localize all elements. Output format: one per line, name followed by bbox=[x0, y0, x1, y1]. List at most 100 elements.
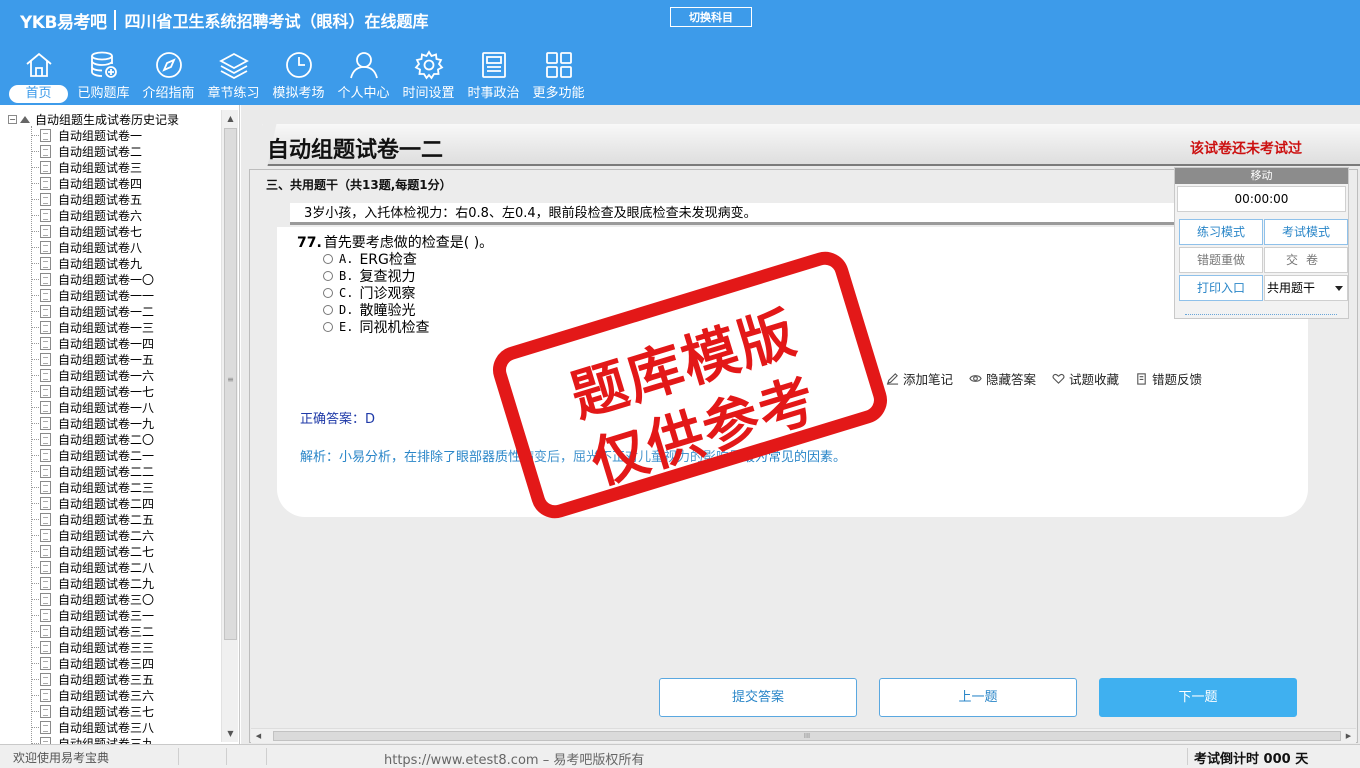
tree-item-paper[interactable]: 自动组题试卷三二 bbox=[30, 623, 154, 639]
option-c[interactable]: C. 门诊观察 bbox=[323, 284, 429, 302]
previous-question-button[interactable]: 上一题 bbox=[879, 678, 1077, 717]
scroll-left-arrow-icon[interactable]: ◀ bbox=[251, 729, 266, 744]
radio-button[interactable] bbox=[323, 287, 333, 298]
collapse-icon[interactable]: − bbox=[8, 114, 17, 124]
radio-button[interactable] bbox=[323, 253, 333, 264]
tree-item-paper[interactable]: 自动组题试卷二二 bbox=[30, 463, 154, 479]
tree-item-paper[interactable]: 自动组题试卷三〇 bbox=[30, 591, 154, 607]
practice-mode-button[interactable]: 练习模式 bbox=[1179, 219, 1263, 245]
radio-button[interactable] bbox=[323, 304, 333, 315]
tree-item-paper[interactable]: 自动组题试卷一三 bbox=[30, 319, 154, 335]
nav-guide[interactable]: 介绍指南 bbox=[136, 46, 201, 104]
tree-item-paper[interactable]: 自动组题试卷七 bbox=[30, 223, 154, 239]
document-icon bbox=[40, 368, 51, 382]
tree-item-paper[interactable]: 自动组题试卷三一 bbox=[30, 607, 154, 623]
tree-item-paper[interactable]: 自动组题试卷一七 bbox=[30, 383, 154, 399]
tree-item-label: 自动组题试卷六 bbox=[58, 208, 143, 223]
next-question-button[interactable]: 下一题 bbox=[1099, 678, 1297, 717]
panel-resize-handle[interactable] bbox=[1185, 314, 1337, 315]
print-entry-button[interactable]: 打印入口 bbox=[1179, 275, 1263, 301]
tree-item-paper[interactable]: 自动组题试卷二一 bbox=[30, 447, 154, 463]
tree-item-paper[interactable]: 自动组题试卷一八 bbox=[30, 399, 154, 415]
tree-item-paper[interactable]: 自动组题试卷一九 bbox=[30, 415, 154, 431]
tree-item-paper[interactable]: 自动组题试卷二〇 bbox=[30, 431, 154, 447]
tree-item-paper[interactable]: 自动组题试卷六 bbox=[30, 207, 154, 223]
nav-home[interactable]: 首页 bbox=[6, 46, 71, 104]
panel-move-handle[interactable]: 移动 bbox=[1175, 168, 1348, 184]
tree-item-paper[interactable]: 自动组题试卷三六 bbox=[30, 687, 154, 703]
switch-subject-button[interactable]: 切换科目 bbox=[670, 7, 752, 27]
sidebar-scrollbar[interactable]: ▲ ≡ ▼ bbox=[221, 110, 238, 742]
document-icon bbox=[40, 144, 51, 158]
option-e[interactable]: E. 同视机检查 bbox=[323, 318, 429, 336]
tree-item-paper[interactable]: 自动组题试卷三三 bbox=[30, 639, 154, 655]
tree-item-paper[interactable]: 自动组题试卷二七 bbox=[30, 543, 154, 559]
report-error-label: 错题反馈 bbox=[1152, 372, 1203, 387]
tree-item-paper[interactable]: 自动组题试卷九 bbox=[30, 255, 154, 271]
nav-label: 首页 bbox=[9, 85, 68, 103]
tree-item-paper[interactable]: 自动组题试卷一五 bbox=[30, 351, 154, 367]
hand-in-button[interactable]: 交卷 bbox=[1264, 247, 1348, 273]
tree-item-paper[interactable]: 自动组题试卷八 bbox=[30, 239, 154, 255]
nav-time-settings[interactable]: 时间设置 bbox=[396, 46, 461, 104]
tree-item-paper[interactable]: 自动组题试卷三 bbox=[30, 159, 154, 175]
scroll-right-arrow-icon[interactable]: ▶ bbox=[1341, 729, 1356, 744]
tree-item-paper[interactable]: 自动组题试卷三四 bbox=[30, 655, 154, 671]
tree-item-paper[interactable]: 自动组题试卷三七 bbox=[30, 703, 154, 719]
add-note-button[interactable]: 添加笔记 bbox=[886, 369, 953, 388]
nav-mock-exam[interactable]: 模拟考场 bbox=[266, 46, 331, 104]
app-logo: YKB易考吧 bbox=[20, 12, 107, 33]
tree-item-paper[interactable]: 自动组题试卷一 bbox=[30, 127, 154, 143]
tree-item-paper[interactable]: 自动组题试卷二四 bbox=[30, 495, 154, 511]
tree-item-paper[interactable]: 自动组题试卷二三 bbox=[30, 479, 154, 495]
nav-chapter-practice[interactable]: 章节练习 bbox=[201, 46, 266, 104]
tree-item-paper[interactable]: 自动组题试卷一二 bbox=[30, 303, 155, 319]
copyright-url: https://www.etest8.com – 易考吧版权所有 bbox=[384, 753, 645, 768]
option-a[interactable]: A. ERG检查 bbox=[323, 250, 429, 268]
tree-item-paper[interactable]: 自动组题试卷一四 bbox=[30, 335, 154, 351]
tree-item-paper[interactable]: 自动组题试卷三九 bbox=[30, 735, 154, 744]
tree-item-paper[interactable]: 自动组题试卷二六 bbox=[30, 527, 154, 543]
tree-item-label: 自动组题试卷一一 bbox=[58, 288, 155, 303]
tree-item-paper[interactable]: 自动组题试卷三八 bbox=[30, 719, 154, 735]
option-b[interactable]: B. 复查视力 bbox=[323, 267, 429, 285]
hide-answer-button[interactable]: 隐藏答案 bbox=[969, 369, 1036, 388]
horizontal-scrollbar[interactable]: ◀ III ▶ bbox=[251, 728, 1356, 743]
scroll-up-arrow-icon[interactable]: ▲ bbox=[222, 110, 239, 127]
tree-item-paper[interactable]: 自动组题试卷三五 bbox=[30, 671, 154, 687]
home-icon bbox=[23, 49, 55, 81]
tree-item-paper[interactable]: 自动组题试卷五 bbox=[30, 191, 154, 207]
exam-mode-button[interactable]: 考试模式 bbox=[1264, 219, 1348, 245]
main-nav: 首页 已购题库 介绍指南 章节练习 模拟考场 个人中心 时间设置 时事政治 更多… bbox=[6, 46, 591, 104]
radio-button[interactable] bbox=[323, 321, 333, 332]
tree-item-paper[interactable]: 自动组题试卷一六 bbox=[30, 367, 154, 383]
tree-item-label: 自动组题试卷一二 bbox=[58, 304, 155, 319]
nav-profile[interactable]: 个人中心 bbox=[331, 46, 396, 104]
tree-item-paper[interactable]: 自动组题试卷一〇 bbox=[30, 271, 154, 287]
option-d[interactable]: D. 散瞳验光 bbox=[323, 301, 429, 319]
document-icon bbox=[40, 320, 51, 334]
redo-wrong-button[interactable]: 错题重做 bbox=[1179, 247, 1263, 273]
scroll-thumb[interactable]: ≡ bbox=[224, 128, 237, 640]
radio-button[interactable] bbox=[323, 270, 333, 281]
tree-item-paper[interactable]: 自动组题试卷二九 bbox=[30, 575, 154, 591]
favorite-button[interactable]: 试题收藏 bbox=[1052, 369, 1119, 388]
tree-item-label: 自动组题试卷八 bbox=[58, 240, 143, 255]
tree-item-paper[interactable]: 自动组题试卷二八 bbox=[30, 559, 154, 575]
tree-root[interactable]: − 自动组题生成试卷历史记录 bbox=[8, 111, 179, 127]
document-icon bbox=[40, 176, 51, 190]
nav-purchased[interactable]: 已购题库 bbox=[71, 46, 136, 104]
tree-guide-line bbox=[31, 126, 32, 744]
nav-more[interactable]: 更多功能 bbox=[526, 46, 591, 104]
tree-item-paper[interactable]: 自动组题试卷四 bbox=[30, 175, 154, 191]
tree-item-paper[interactable]: 自动组题试卷二五 bbox=[30, 511, 154, 527]
tree-item-paper[interactable]: 自动组题试卷二 bbox=[30, 143, 154, 159]
submit-answer-button[interactable]: 提交答案 bbox=[659, 678, 857, 717]
question-type-select[interactable]: 共用题干 bbox=[1264, 275, 1348, 301]
paper-title: 自动组题试卷一二 bbox=[267, 138, 444, 163]
report-error-button[interactable]: 错题反馈 bbox=[1135, 369, 1202, 388]
nav-current-affairs[interactable]: 时事政治 bbox=[461, 46, 526, 104]
scroll-down-arrow-icon[interactable]: ▼ bbox=[222, 725, 239, 742]
tree-item-paper[interactable]: 自动组题试卷一一 bbox=[30, 287, 155, 303]
h-scroll-thumb[interactable]: III bbox=[273, 731, 1341, 741]
